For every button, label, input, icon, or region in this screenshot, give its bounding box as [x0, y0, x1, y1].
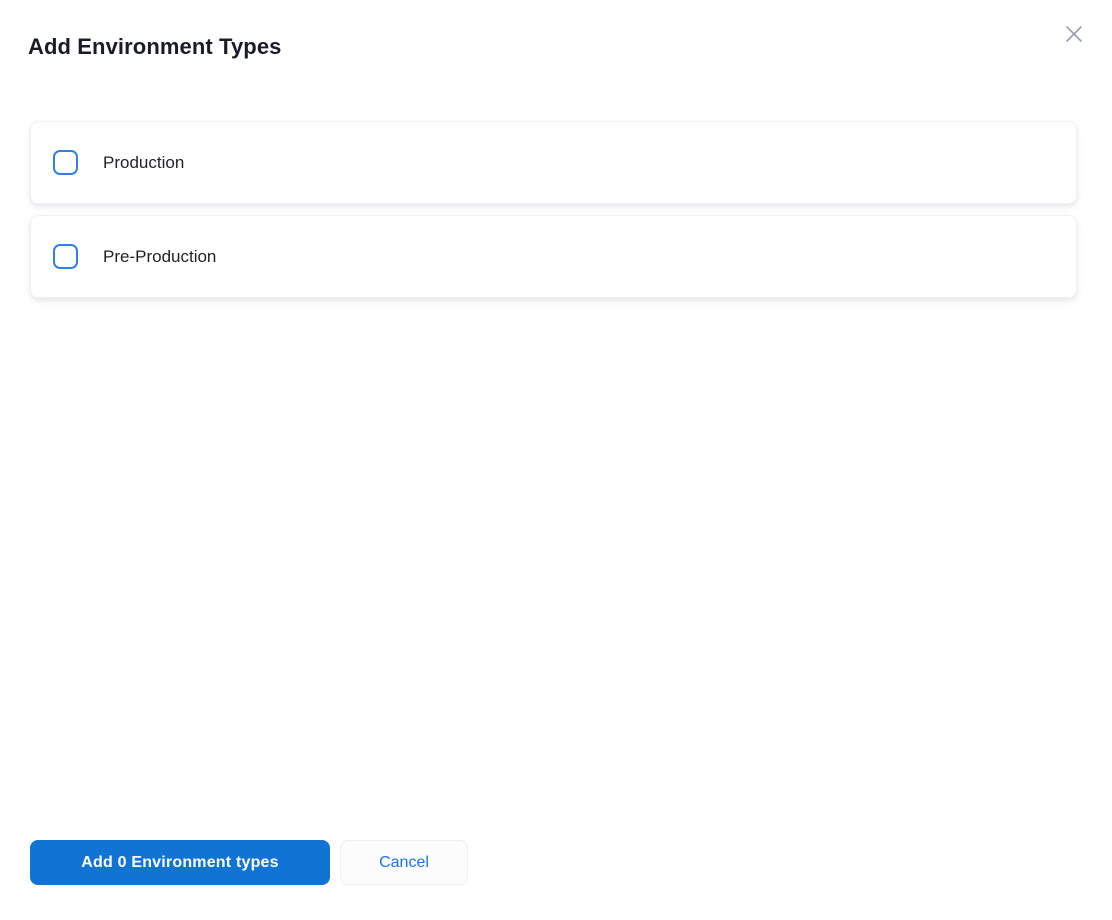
list-item-label: Production	[103, 153, 184, 173]
dialog-title: Add Environment Types	[28, 34, 282, 60]
list-item-pre-production[interactable]: Pre-Production	[30, 215, 1077, 298]
dialog-footer: Add 0 Environment types Cancel	[30, 840, 468, 885]
list-item-label: Pre-Production	[103, 247, 216, 267]
pre-production-checkbox[interactable]	[53, 244, 78, 269]
environment-type-list: Production Pre-Production	[30, 121, 1077, 298]
production-checkbox[interactable]	[53, 150, 78, 175]
close-icon	[1062, 22, 1086, 46]
add-environment-types-dialog: Add Environment Types Production Pre-Pro…	[0, 0, 1112, 920]
close-button[interactable]	[1060, 20, 1088, 48]
add-environment-types-button[interactable]: Add 0 Environment types	[30, 840, 330, 885]
list-item-production[interactable]: Production	[30, 121, 1077, 204]
cancel-button[interactable]: Cancel	[340, 840, 468, 885]
